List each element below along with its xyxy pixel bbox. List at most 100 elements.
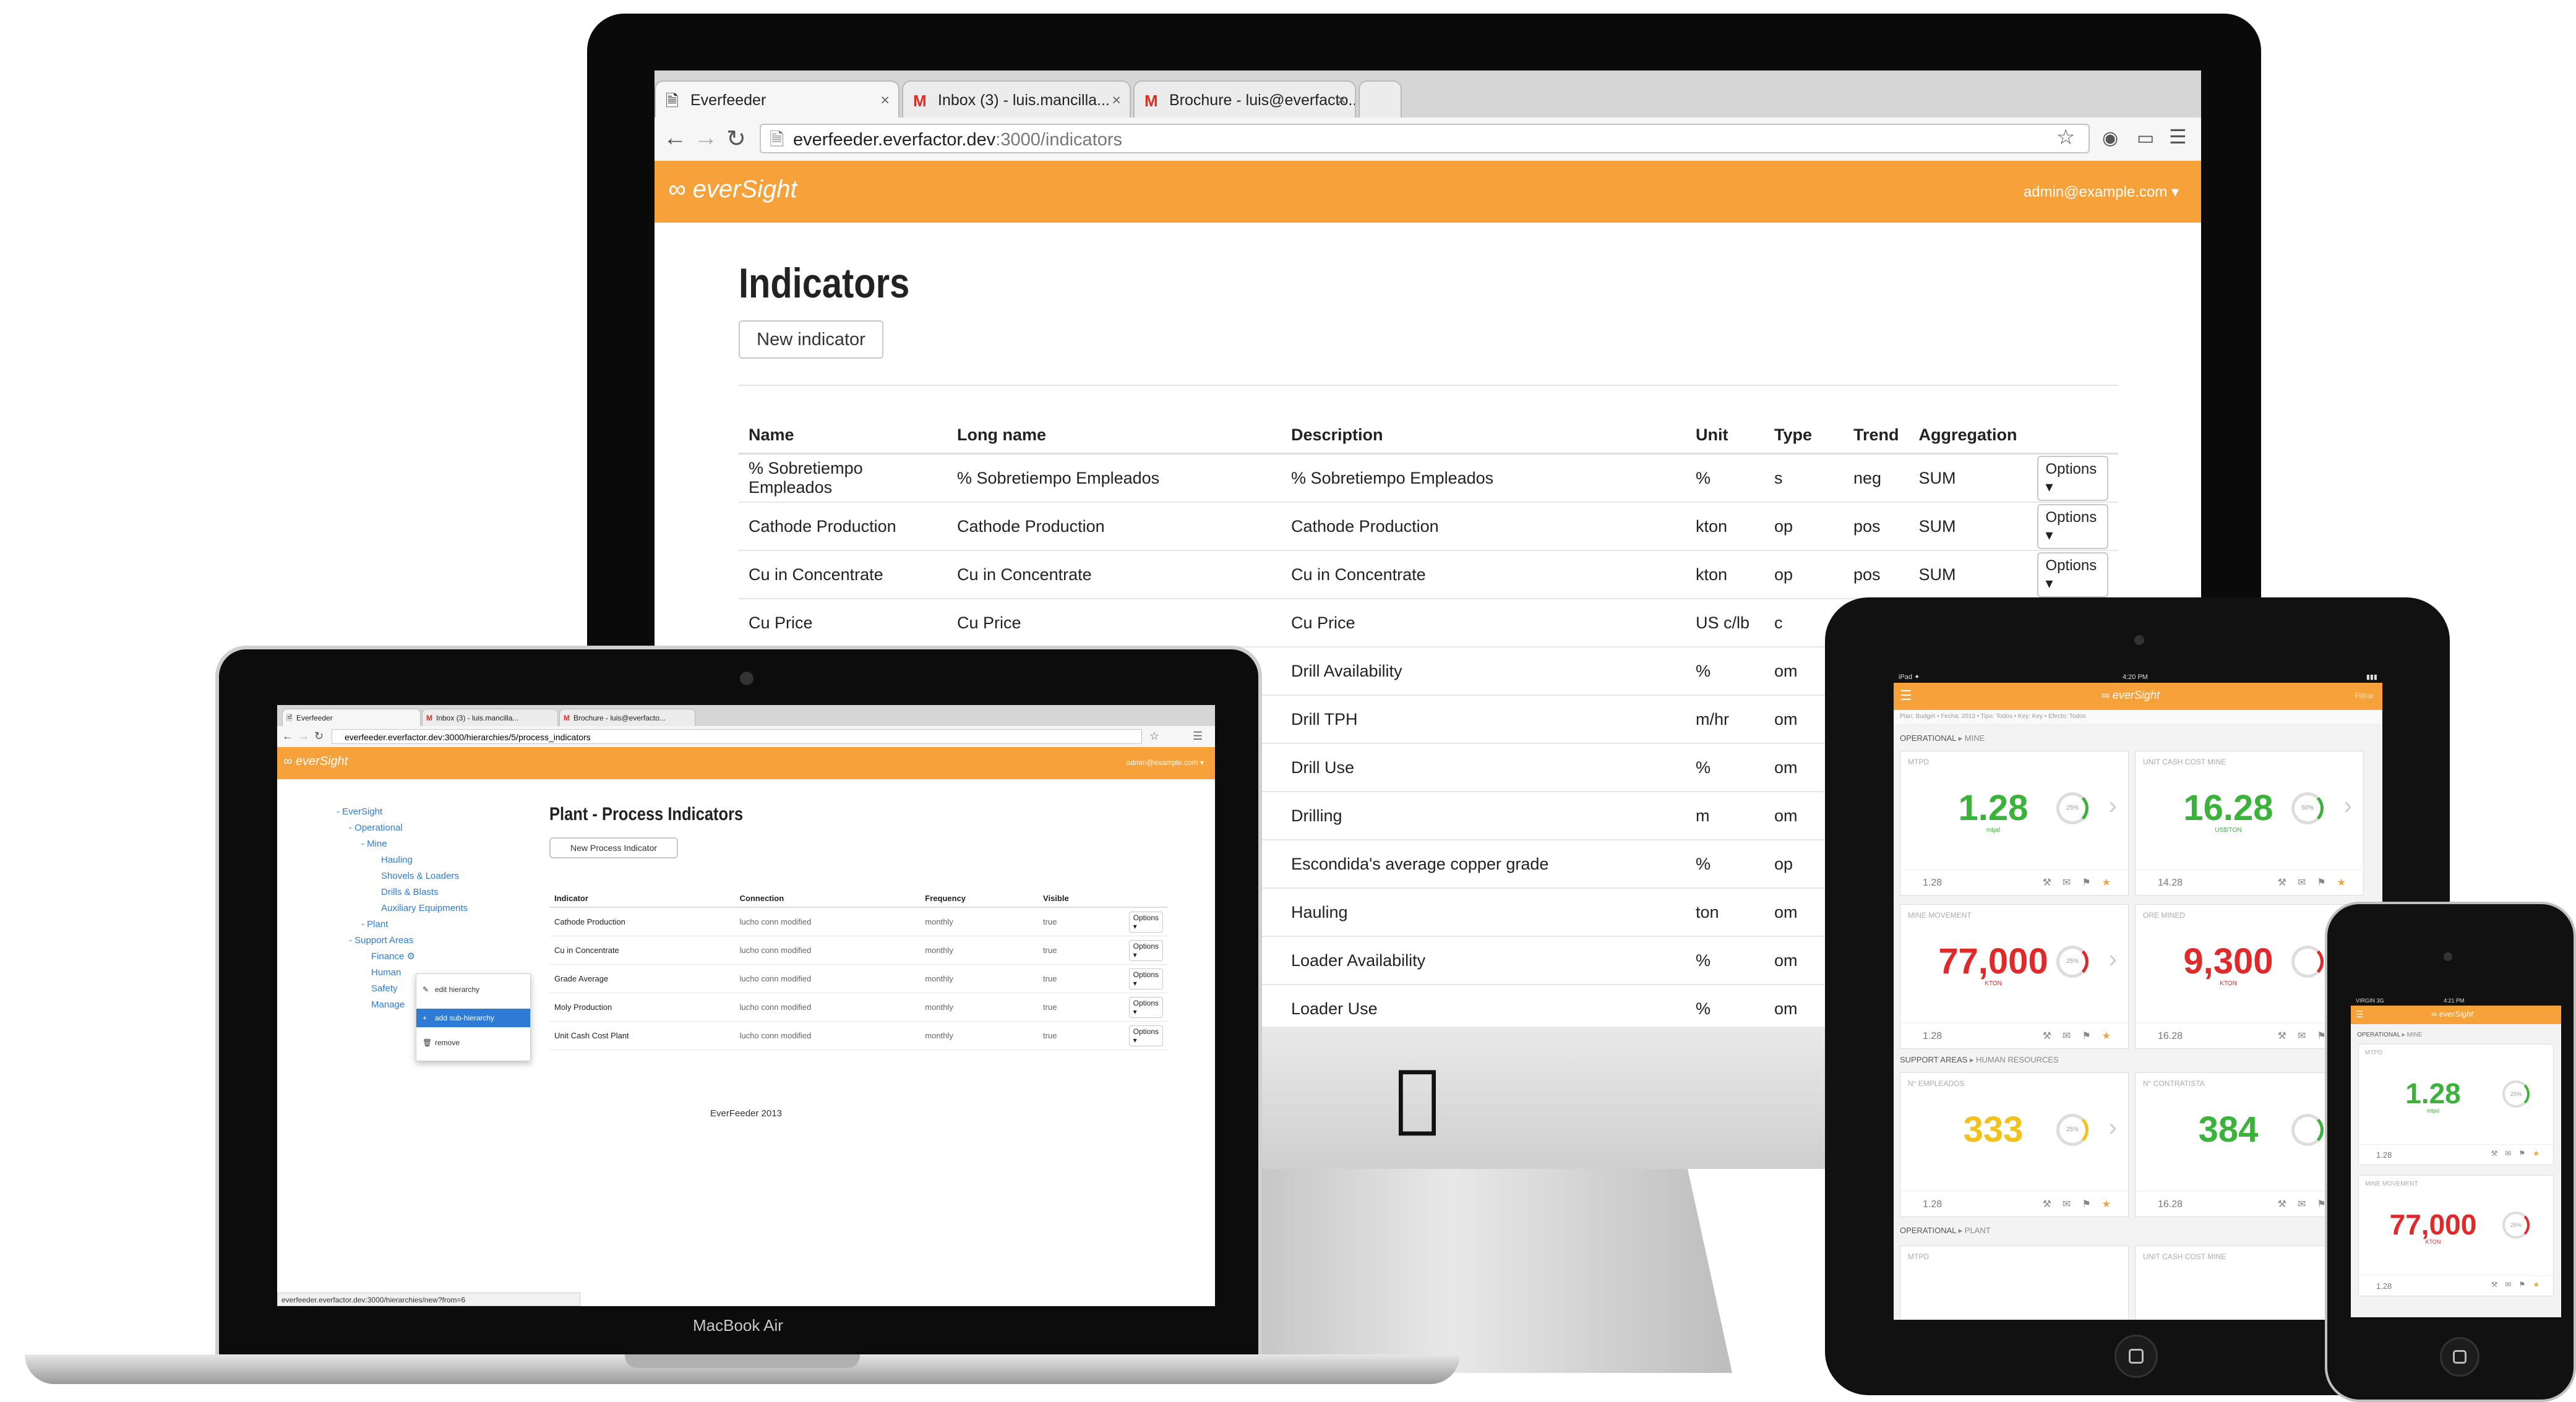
star-icon[interactable]: ★ xyxy=(2533,1280,2547,1289)
chevron-right-icon[interactable]: › xyxy=(2109,1114,2117,1142)
tree-item-root[interactable]: - EverSight xyxy=(337,804,468,820)
kpi-card[interactable]: N° EMPLEADOS 333 25% › 1.28 ⚒✉⚑★ xyxy=(1900,1072,2129,1217)
close-tab-icon[interactable]: × xyxy=(1112,82,1121,118)
tab-brochure[interactable]: M Brochure - luis@everfacto... × xyxy=(1133,80,1356,118)
star-icon[interactable]: ★ xyxy=(2533,1149,2547,1158)
gear-icon[interactable]: ⚙ xyxy=(407,951,415,962)
flag-icon[interactable]: ⚑ xyxy=(2518,1280,2533,1289)
flag-icon[interactable]: ⚑ xyxy=(2518,1149,2533,1158)
tab-inbox[interactable]: M Inbox (3) - luis.mancilla... xyxy=(422,709,558,726)
kpi-action-icons[interactable]: ⚒✉⚑★ xyxy=(2491,1149,2547,1158)
edit-hierarchy-item[interactable]: ✎ edit hierarchy xyxy=(416,980,530,999)
brand-logo[interactable]: ∞ everSight xyxy=(668,176,797,203)
new-process-indicator-button[interactable]: New Process Indicator xyxy=(549,837,678,858)
kpi-action-icons[interactable]: ⚒✉⚑★ xyxy=(2043,1198,2122,1210)
options-button[interactable]: Options ▾ xyxy=(1128,996,1163,1018)
comment-icon[interactable]: ✉ xyxy=(2298,878,2317,888)
forward-icon[interactable]: → xyxy=(298,730,309,743)
options-button[interactable]: Options ▾ xyxy=(2037,503,2108,549)
options-button[interactable]: Options ▾ xyxy=(1128,1025,1163,1046)
tab-everfeeder[interactable]: 🗎 Everfeeder xyxy=(282,709,421,726)
brand-logo[interactable]: ∞ everSight xyxy=(283,754,348,769)
options-button[interactable]: Options ▾ xyxy=(2037,552,2108,597)
comment-icon[interactable]: ✉ xyxy=(2063,878,2082,888)
kpi-card[interactable]: MINE MOVEMENT 77,000 KTON 25% › 1.28 ⚒✉⚑★ xyxy=(1900,904,2129,1049)
kpi-action-icons[interactable]: ⚒✉⚑★ xyxy=(2491,1280,2547,1289)
filter-button[interactable]: Filtrar xyxy=(2355,691,2374,700)
wrench-icon[interactable]: ⚒ xyxy=(2491,1280,2505,1289)
kpi-card[interactable]: MINE MOVEMENT 77,000 KTON 25% 1.28 ⚒✉⚑★ xyxy=(2358,1175,2554,1296)
kpi-action-icons[interactable]: ⚒✉⚑★ xyxy=(2043,1030,2122,1042)
options-button[interactable]: Options ▾ xyxy=(1128,911,1163,933)
comment-icon[interactable]: ✉ xyxy=(2298,1031,2317,1041)
cast-icon[interactable]: ▭ xyxy=(2137,127,2154,149)
options-button[interactable]: Options ▾ xyxy=(2037,455,2108,501)
star-icon[interactable]: ★ xyxy=(2102,878,2122,888)
wrench-icon[interactable]: ⚒ xyxy=(2043,1199,2063,1210)
tab-everfeeder[interactable]: 🗎 Everfeeder × xyxy=(655,80,899,118)
comment-icon[interactable]: ✉ xyxy=(2063,1031,2082,1041)
chevron-right-icon[interactable]: › xyxy=(2344,792,2352,820)
wrench-icon[interactable]: ⚒ xyxy=(2043,1031,2063,1041)
tree-item-hauling[interactable]: Hauling xyxy=(337,852,468,868)
wrench-icon[interactable]: ⚒ xyxy=(2278,878,2298,888)
flag-icon[interactable]: ⚑ xyxy=(2082,1199,2102,1210)
hamburger-menu-icon[interactable]: ☰ xyxy=(2356,1009,2364,1020)
tree-item-support[interactable]: - Support Areas xyxy=(337,933,468,949)
options-button[interactable]: Options ▾ xyxy=(1128,939,1163,961)
bookmark-star-icon[interactable]: ☆ xyxy=(1149,730,1159,743)
tree-item-aux[interactable]: Auxiliary Equipments xyxy=(337,900,468,917)
kpi-card[interactable]: MTPD 1.28 mtpd 25% 1.28 ⚒✉⚑★ xyxy=(2358,1044,2554,1165)
flag-icon[interactable]: ⚑ xyxy=(2317,878,2337,888)
user-menu[interactable]: admin@example.com ▾ xyxy=(2024,183,2179,201)
reload-icon[interactable]: ↻ xyxy=(726,125,746,153)
tree-item-drills[interactable]: Drills & Blasts xyxy=(337,884,468,900)
back-icon[interactable]: ← xyxy=(282,730,293,743)
kpi-action-icons[interactable]: ⚒✉⚑★ xyxy=(2278,876,2357,889)
hamburger-menu-icon[interactable]: ☰ xyxy=(1900,688,1912,704)
wrench-icon[interactable]: ⚒ xyxy=(2278,1199,2298,1210)
url-field[interactable]: everfeeder.everfactor.dev:3000/hierarchi… xyxy=(332,729,1142,744)
flag-icon[interactable]: ⚑ xyxy=(2082,878,2102,888)
user-menu[interactable]: admin@example.com ▾ xyxy=(1126,758,1204,767)
reload-icon[interactable]: ↻ xyxy=(314,730,324,743)
star-icon[interactable]: ★ xyxy=(2337,878,2357,888)
forward-icon[interactable]: → xyxy=(694,125,718,152)
comment-icon[interactable]: ✉ xyxy=(2063,1199,2082,1210)
chevron-right-icon[interactable]: › xyxy=(2109,946,2117,973)
comment-icon[interactable]: ✉ xyxy=(2505,1149,2518,1158)
tree-item-operational[interactable]: - Operational xyxy=(337,820,468,836)
bookmark-star-icon[interactable]: ☆ xyxy=(2056,125,2075,150)
star-icon[interactable]: ★ xyxy=(2102,1031,2122,1041)
kpi-card[interactable]: MTPD 1.28 mtpd 25% › 1.28 ⚒✉⚑★ xyxy=(1900,751,2129,895)
comment-icon[interactable]: ✉ xyxy=(2298,1199,2317,1210)
options-button[interactable]: Options ▾ xyxy=(1128,968,1163,990)
kpi-card[interactable]: UNIT CASH COST MINE 16.28 US$/TON 50% › 14.28… xyxy=(2135,751,2364,895)
tab-inbox[interactable]: M Inbox (3) - luis.mancilla... × xyxy=(902,80,1131,118)
close-tab-icon[interactable]: × xyxy=(1337,82,1346,118)
remove-item[interactable]: 🗑 remove xyxy=(416,1033,530,1052)
close-tab-icon[interactable]: × xyxy=(880,82,890,118)
new-tab-button[interactable] xyxy=(1359,80,1402,118)
kpi-card[interactable]: MTPD xyxy=(1900,1246,2129,1320)
wrench-icon[interactable]: ⚒ xyxy=(2278,1031,2298,1041)
url-field[interactable]: 🗎 everfeeder.everfactor.dev:3000/indicat… xyxy=(760,124,2090,153)
back-icon[interactable]: ← xyxy=(663,125,687,152)
comment-icon[interactable]: ✉ xyxy=(2505,1280,2518,1289)
tree-item-mine[interactable]: - Mine xyxy=(337,836,468,852)
wrench-icon[interactable]: ⚒ xyxy=(2043,878,2063,888)
menu-icon[interactable]: ☰ xyxy=(2169,125,2187,148)
wrench-icon[interactable]: ⚒ xyxy=(2491,1149,2505,1158)
tree-item-plant[interactable]: - Plant xyxy=(337,917,468,933)
kpi-action-icons[interactable]: ⚒✉⚑★ xyxy=(2043,876,2122,889)
flag-icon[interactable]: ⚑ xyxy=(2082,1031,2102,1041)
chrome-extension-icon[interactable]: ◉ xyxy=(2102,127,2118,149)
tree-item-shovels[interactable]: Shovels & Loaders xyxy=(337,868,468,884)
tab-brochure[interactable]: M Brochure - luis@everfacto... xyxy=(559,709,695,726)
chevron-right-icon[interactable]: › xyxy=(2109,792,2117,820)
menu-icon[interactable]: ☰ xyxy=(1193,730,1203,743)
add-sub-hierarchy-item[interactable]: + add sub-hierarchy xyxy=(416,1009,530,1027)
tree-item-finance[interactable]: Finance ⚙ xyxy=(337,949,468,965)
new-indicator-button[interactable]: New indicator xyxy=(739,320,883,359)
star-icon[interactable]: ★ xyxy=(2102,1199,2122,1210)
